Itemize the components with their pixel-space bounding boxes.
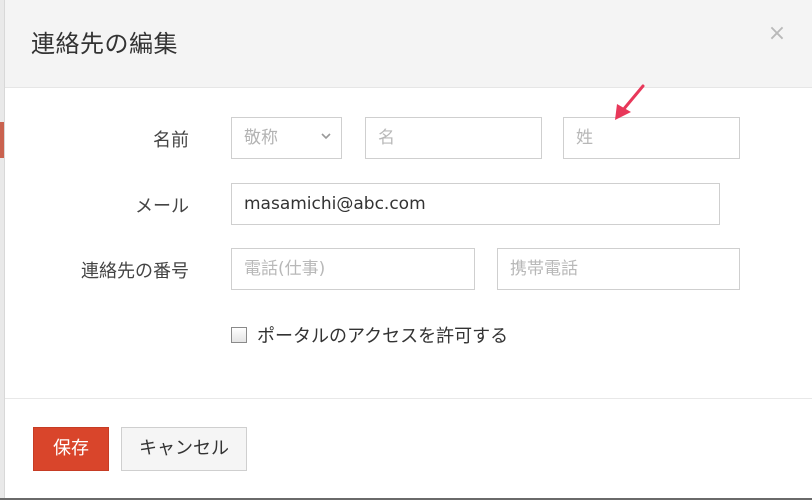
dialog-title: 連絡先の編集 (31, 30, 178, 58)
chevron-down-icon (321, 133, 331, 140)
work-phone-input[interactable] (231, 248, 475, 290)
salutation-placeholder: 敬称 (244, 128, 278, 148)
footer-divider (5, 398, 812, 399)
salutation-select[interactable]: 敬称 (231, 117, 342, 159)
dialog-header: 連絡先の編集 × (5, 0, 812, 88)
contact-number-label: 連絡先の番号 (81, 261, 189, 282)
email-label: メール (135, 196, 189, 217)
email-input[interactable] (231, 183, 720, 225)
first-name-input[interactable] (365, 117, 542, 159)
save-button[interactable]: 保存 (33, 427, 109, 471)
name-label: 名前 (153, 130, 189, 151)
annotation-arrow-icon (615, 84, 645, 120)
portal-access-label[interactable]: ポータルのアクセスを許可する (257, 322, 508, 348)
mobile-phone-input[interactable] (497, 248, 740, 290)
close-icon[interactable]: × (767, 22, 787, 46)
portal-access-checkbox[interactable] (231, 327, 247, 343)
edit-contact-dialog: 連絡先の編集 × 名前 敬称 メール 連絡先の番号 ポータルのアクセスを許可する… (4, 0, 812, 498)
cancel-button[interactable]: キャンセル (121, 427, 247, 471)
